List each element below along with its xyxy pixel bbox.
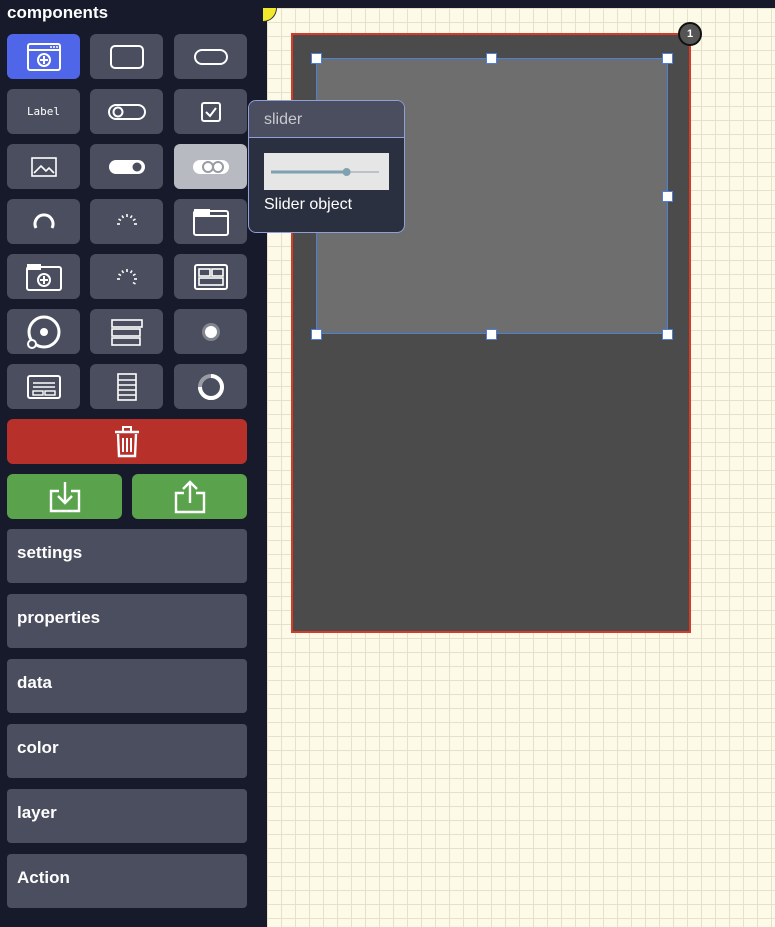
resize-handle-right[interactable] (662, 191, 673, 202)
toggle-on-icon (108, 159, 145, 174)
resize-handle-top-left[interactable] (311, 53, 322, 64)
folder-add-icon (25, 263, 62, 291)
section-properties-label: properties (17, 608, 101, 627)
tooltip-description: Slider object (264, 196, 353, 213)
section-properties[interactable]: properties (7, 594, 247, 648)
checkbox-icon (200, 101, 221, 122)
sidebar: components Label settings properties dat… (0, 0, 267, 927)
tool-keyboard[interactable] (7, 364, 80, 409)
upload-icon (174, 479, 205, 513)
section-action[interactable]: Action (7, 854, 247, 908)
section-color-label: color (17, 738, 59, 757)
tool-slider[interactable] (174, 144, 247, 189)
tool-roller[interactable] (90, 364, 163, 409)
section-color[interactable]: color (7, 724, 247, 778)
tool-rounded-rectangle[interactable] (174, 34, 247, 79)
list-icon (110, 318, 143, 346)
arc-icon (33, 212, 54, 229)
roller-icon (116, 372, 137, 401)
section-action-label: Action (17, 868, 70, 887)
tool-toggle-on[interactable] (90, 144, 163, 189)
tool-spinner[interactable] (90, 199, 163, 244)
keyboard-icon (26, 374, 61, 399)
sidebar-title: components (7, 3, 109, 22)
section-data-label: data (17, 673, 52, 692)
tool-tabview[interactable] (174, 199, 247, 244)
tooltip-header: slider (249, 101, 404, 138)
resize-handle-top[interactable] (486, 53, 497, 64)
import-button[interactable] (7, 474, 122, 519)
tool-circular-progress[interactable] (174, 364, 247, 409)
led-icon (201, 322, 220, 341)
tool-toggle-off[interactable] (90, 89, 163, 134)
resize-handle-bottom[interactable] (486, 329, 497, 340)
image-icon (30, 156, 57, 177)
download-icon (49, 481, 80, 512)
tool-color-wheel[interactable] (7, 309, 80, 354)
canvas-top-strip (267, 0, 775, 8)
color-wheel-icon (26, 315, 60, 349)
tool-label[interactable]: Label (7, 89, 80, 134)
section-data[interactable]: data (7, 659, 247, 713)
resize-handle-bottom-left[interactable] (311, 329, 322, 340)
screen-number-badge: 1 (678, 22, 702, 46)
tool-image[interactable] (7, 144, 80, 189)
tool-folder-add[interactable] (7, 254, 80, 299)
section-layer-label: layer (17, 803, 57, 822)
tool-rectangle[interactable] (90, 34, 163, 79)
section-settings-label: settings (17, 543, 83, 562)
trash-icon (115, 425, 139, 457)
export-button[interactable] (132, 474, 247, 519)
tool-list[interactable] (90, 309, 163, 354)
delete-button[interactable] (7, 419, 247, 464)
tool-checkbox[interactable] (174, 89, 247, 134)
tool-button-matrix[interactable] (174, 254, 247, 299)
button-matrix-icon (193, 263, 228, 290)
tabview-icon (192, 208, 229, 236)
tool-spinner-alt[interactable] (90, 254, 163, 299)
spinner-alt-icon (116, 268, 137, 285)
tooltip-slider-preview (264, 153, 389, 190)
circular-progress-icon (197, 373, 224, 400)
component-tooltip: slider Slider object (248, 100, 405, 233)
spinner-icon (116, 213, 137, 225)
tool-arc[interactable] (7, 199, 80, 244)
toggle-off-icon (107, 103, 146, 120)
tool-led[interactable] (174, 309, 247, 354)
rounded-rectangle-icon (193, 48, 228, 65)
tool-window-add[interactable] (7, 34, 80, 79)
slider-icon (192, 159, 229, 174)
rectangle-icon (109, 44, 144, 69)
tooltip-title: slider (264, 111, 303, 128)
label-icon: Label (26, 105, 61, 118)
window-add-icon (26, 42, 61, 71)
resize-handle-top-right[interactable] (662, 53, 673, 64)
section-settings[interactable]: settings (7, 529, 247, 583)
resize-handle-bottom-right[interactable] (662, 329, 673, 340)
section-layer[interactable]: layer (7, 789, 247, 843)
